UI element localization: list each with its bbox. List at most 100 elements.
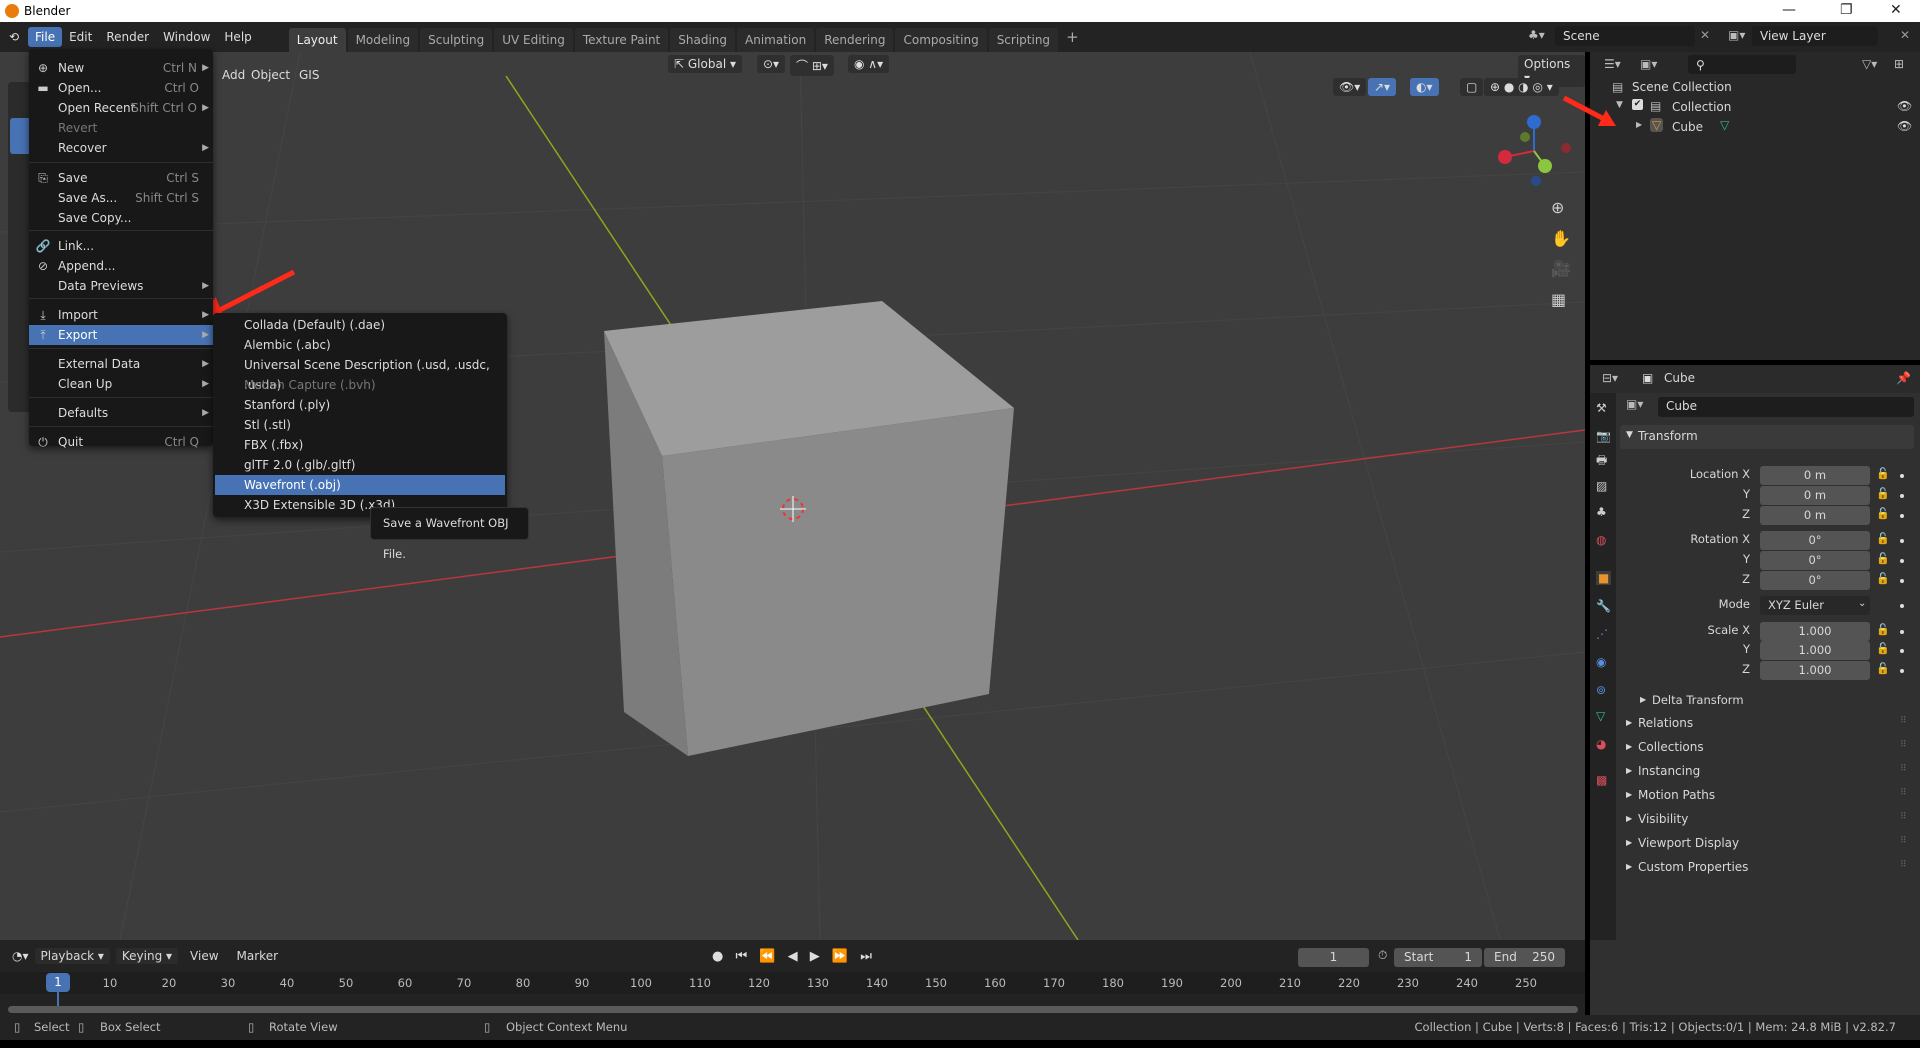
- menu-item-recover[interactable]: Recover ▶: [29, 138, 213, 158]
- view-layer-close-icon[interactable]: ✕: [1900, 28, 1910, 42]
- panel-collections[interactable]: Collections: [1638, 740, 1704, 754]
- menu-item-save-as[interactable]: Save As... Shift Ctrl S: [29, 188, 213, 208]
- menu-item-import[interactable]: ⤓ Import ▶: [29, 305, 213, 325]
- particles-tab-icon[interactable]: ⋰: [1596, 627, 1608, 641]
- lock-icon[interactable]: 🔓: [1876, 642, 1890, 655]
- menu-item-open[interactable]: ▬ Open... Ctrl O: [29, 78, 213, 98]
- collection-label[interactable]: Collection: [1672, 100, 1731, 114]
- keyframe-dot-icon[interactable]: [1900, 604, 1904, 608]
- tab-compositing[interactable]: Compositing: [895, 28, 987, 52]
- tool-tab-icon[interactable]: ⚒: [1596, 401, 1607, 415]
- lock-icon[interactable]: 🔓: [1876, 467, 1890, 480]
- menu-render[interactable]: Render: [99, 27, 156, 47]
- close-button[interactable]: ✕: [1890, 2, 1902, 18]
- menu-item-export[interactable]: ⤒ Export ▶: [29, 325, 213, 345]
- transform-title[interactable]: Transform: [1638, 429, 1698, 443]
- cube-expand-toggle[interactable]: ▶: [1636, 120, 1642, 129]
- export-item-universal-scene-description-usd-usdc-usda[interactable]: Universal Scene Description (.usd, .usdc…: [215, 355, 505, 392]
- tab-modeling[interactable]: Modeling: [347, 28, 419, 52]
- menu-item-open-recent[interactable]: Open Recent Shift Ctrl O ▶: [29, 98, 213, 118]
- drag-handle-icon[interactable]: ⠿: [1900, 860, 1907, 870]
- transform-orientation-dropdown[interactable]: ⇱ Global ▾: [668, 55, 742, 73]
- lock-icon[interactable]: 🔓: [1876, 487, 1890, 500]
- keyframe-dot-icon[interactable]: [1900, 494, 1904, 498]
- tab-shading[interactable]: Shading: [670, 28, 735, 52]
- menu-file[interactable]: File: [28, 27, 63, 47]
- drag-handle-icon[interactable]: ⠿: [1900, 764, 1907, 774]
- menu-item-new[interactable]: ⊕ New Ctrl N ▶: [29, 58, 213, 78]
- drag-handle-icon[interactable]: ⠿: [1900, 836, 1907, 846]
- export-item-collada-default-dae[interactable]: Collada (Default) (.dae): [215, 315, 505, 335]
- menu-item-append[interactable]: ⊘ Append...: [29, 256, 213, 276]
- export-item-stanford-ply[interactable]: Stanford (.ply): [215, 395, 505, 415]
- prop-field[interactable]: 0 m: [1760, 486, 1870, 505]
- tab-uv-editing[interactable]: UV Editing: [494, 28, 573, 52]
- filter-icon[interactable]: ▽▾: [1862, 57, 1877, 71]
- lock-icon[interactable]: 🔓: [1876, 662, 1890, 675]
- minimize-button[interactable]: —: [1782, 2, 1796, 18]
- new-collection-icon[interactable]: ⊞: [1894, 57, 1904, 71]
- keyframe-dot-icon[interactable]: [1900, 630, 1904, 634]
- keyframe-dot-icon[interactable]: [1900, 514, 1904, 518]
- prop-field[interactable]: 1.000: [1760, 641, 1870, 660]
- keyframe-dot-icon[interactable]: [1900, 649, 1904, 653]
- scene-field[interactable]: Scene: [1555, 26, 1695, 46]
- display-mode-dropdown[interactable]: ☰▾: [1604, 57, 1621, 71]
- keyframe-dot-icon[interactable]: [1900, 539, 1904, 543]
- prop-field[interactable]: 1.000: [1760, 622, 1870, 641]
- scene-icon[interactable]: ♣▾: [1528, 28, 1545, 42]
- current-frame-field[interactable]: 1: [1298, 948, 1369, 967]
- editor-type-icon[interactable]: ◔▾: [12, 949, 29, 963]
- outliner-search-input[interactable]: ⚲: [1688, 55, 1796, 74]
- menu-item-revert[interactable]: Revert: [29, 118, 213, 138]
- panel-motion-paths[interactable]: Motion Paths: [1638, 788, 1715, 802]
- export-item-fbx-fbx[interactable]: FBX (.fbx): [215, 435, 505, 455]
- scene-collection-label[interactable]: Scene Collection: [1632, 80, 1732, 94]
- export-item-wavefront-obj[interactable]: Wavefront (.obj): [215, 475, 505, 495]
- camera-view-icon[interactable]: 🎥: [1551, 259, 1571, 278]
- viewport-menu-gis[interactable]: GIS: [299, 68, 319, 82]
- prop-field[interactable]: 0°: [1760, 571, 1870, 590]
- shading-mode-buttons[interactable]: ⊕ ● ◑ ◎ ▾: [1484, 78, 1559, 96]
- panel-viewport-display[interactable]: Viewport Display: [1638, 836, 1739, 850]
- panel-custom-properties[interactable]: Custom Properties: [1638, 860, 1748, 874]
- cube-object[interactable]: [604, 301, 1014, 756]
- keyframe-dot-icon[interactable]: [1900, 579, 1904, 583]
- output-tab-icon[interactable]: 🖶: [1596, 451, 1607, 472]
- collection-checkbox[interactable]: ✔: [1632, 99, 1643, 110]
- menu-item-clean-up[interactable]: Clean Up ▶: [29, 374, 213, 394]
- export-item-alembic-abc[interactable]: Alembic (.abc): [215, 335, 505, 355]
- perspective-toggle-icon[interactable]: ▦: [1551, 290, 1566, 309]
- object-tab-icon[interactable]: ■: [1596, 571, 1612, 585]
- panel-instancing[interactable]: Instancing: [1638, 764, 1700, 778]
- drag-handle-icon[interactable]: ⠿: [1900, 716, 1907, 726]
- prop-field[interactable]: 0°: [1760, 551, 1870, 570]
- delta-transform-panel[interactable]: Delta Transform: [1652, 693, 1744, 707]
- texture-tab-icon[interactable]: ▩: [1596, 773, 1607, 787]
- scene-tab-icon[interactable]: ♣: [1596, 505, 1607, 519]
- drag-handle-icon[interactable]: ⠿: [1900, 788, 1907, 798]
- keyframe-dot-icon[interactable]: [1900, 669, 1904, 673]
- timeline-menu-playback[interactable]: Playback ▾: [34, 948, 110, 964]
- modifier-tab-icon[interactable]: 🔧: [1596, 599, 1611, 613]
- stopwatch-icon[interactable]: ⏱: [1378, 948, 1387, 963]
- proportional-editing-toggle[interactable]: ◉ ∧▾: [848, 55, 890, 73]
- keyframe-dot-icon[interactable]: [1900, 559, 1904, 563]
- timeline-menu-view[interactable]: View: [184, 948, 224, 964]
- visibility-dropdown[interactable]: 👁▾: [1333, 78, 1367, 96]
- export-item-motion-capture-bvh[interactable]: Motion Capture (.bvh): [215, 375, 505, 395]
- blender-menu-icon[interactable]: ⟲: [0, 30, 28, 44]
- rotation-mode-dropdown[interactable]: XYZ Euler: [1760, 596, 1870, 615]
- menu-item-external-data[interactable]: External Data ▶: [29, 354, 213, 374]
- timeline-menu-marker[interactable]: Marker: [231, 948, 284, 964]
- mesh-data-icon[interactable]: ▽: [1720, 118, 1729, 132]
- menu-item-quit[interactable]: ⏻ Quit Ctrl Q: [29, 432, 213, 452]
- playhead[interactable]: 1: [46, 973, 70, 992]
- panel-relations[interactable]: Relations: [1638, 716, 1693, 730]
- lock-icon[interactable]: 🔓: [1876, 507, 1890, 520]
- add-workspace-button[interactable]: +: [1066, 28, 1079, 46]
- collection-visibility-eye-icon[interactable]: 👁: [1897, 99, 1912, 113]
- view-layer-field[interactable]: View Layer: [1752, 26, 1878, 46]
- lock-icon[interactable]: 🔓: [1876, 552, 1890, 565]
- menu-help[interactable]: Help: [217, 27, 258, 47]
